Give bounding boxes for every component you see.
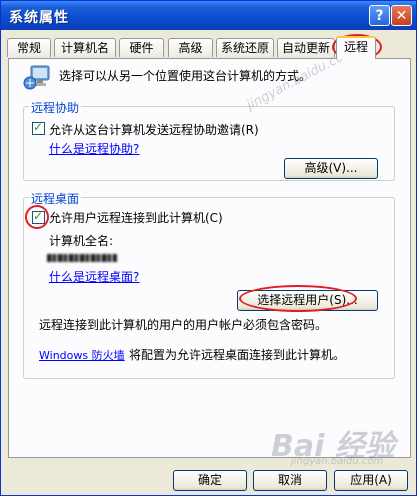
tab-system-restore[interactable]: 系统还原 <box>216 38 274 57</box>
remote-assistance-help-link[interactable]: 什么是远程协助? <box>49 140 139 157</box>
title-bar[interactable]: 系统属性 ? ✕ <box>1 1 416 30</box>
firewall-text: 将配置为允许远程桌面连接到此计算机。 <box>129 348 346 362</box>
tab-advanced[interactable]: 高级 <box>168 38 213 57</box>
select-remote-users-button[interactable]: 选择远程用户(S)... <box>237 290 378 311</box>
remote-assistance-checkbox[interactable] <box>32 120 45 135</box>
remote-desktop-label[interactable]: 允许用户远程连接到此计算机(C) <box>49 209 223 226</box>
remote-assistance-title: 远程协助 <box>29 99 82 116</box>
ok-button[interactable]: 确定 <box>173 470 247 491</box>
password-note: 远程连接到此计算机的用户的用户帐户必须包含密码。 <box>39 318 328 332</box>
close-button[interactable]: ✕ <box>391 5 412 26</box>
remote-desktop-help-link[interactable]: 什么是远程桌面? <box>49 268 139 285</box>
tab-hardware[interactable]: 硬件 <box>119 38 164 57</box>
computer-name-value-redacted <box>47 254 117 262</box>
advanced-button[interactable]: 高级(V)... <box>284 158 378 179</box>
remote-desktop-checkbox[interactable] <box>32 209 45 224</box>
apply-button[interactable]: 应用(A) <box>334 470 408 491</box>
tab-remote[interactable]: 远程 <box>336 36 376 59</box>
window-title: 系统属性 <box>9 10 69 26</box>
computer-network-icon <box>23 65 50 90</box>
tab-automatic-updates[interactable]: 自动更新 <box>277 38 335 57</box>
cancel-button[interactable]: 取消 <box>253 470 327 491</box>
system-properties-window: 系统属性 ? ✕ 常规 计算机名 硬件 高级 系统还原 自动更新 远程 选择可以… <box>0 0 417 496</box>
tab-computer-name[interactable]: 计算机名 <box>54 38 116 57</box>
intro-text: 选择可以从另一个位置使用这台计算机的方式。 <box>59 69 312 83</box>
remote-desktop-title: 远程桌面 <box>29 190 82 207</box>
tab-general[interactable]: 常规 <box>7 38 51 57</box>
remote-assistance-label[interactable]: 允许从这台计算机发送远程协助邀请(R) <box>49 121 259 138</box>
tab-strip: 常规 计算机名 硬件 高级 系统还原 自动更新 远程 <box>7 34 412 60</box>
computer-name-label: 计算机全名: <box>49 234 114 248</box>
windows-firewall-link[interactable]: Windows 防火墙 <box>39 347 125 363</box>
help-button[interactable]: ? <box>369 5 390 26</box>
